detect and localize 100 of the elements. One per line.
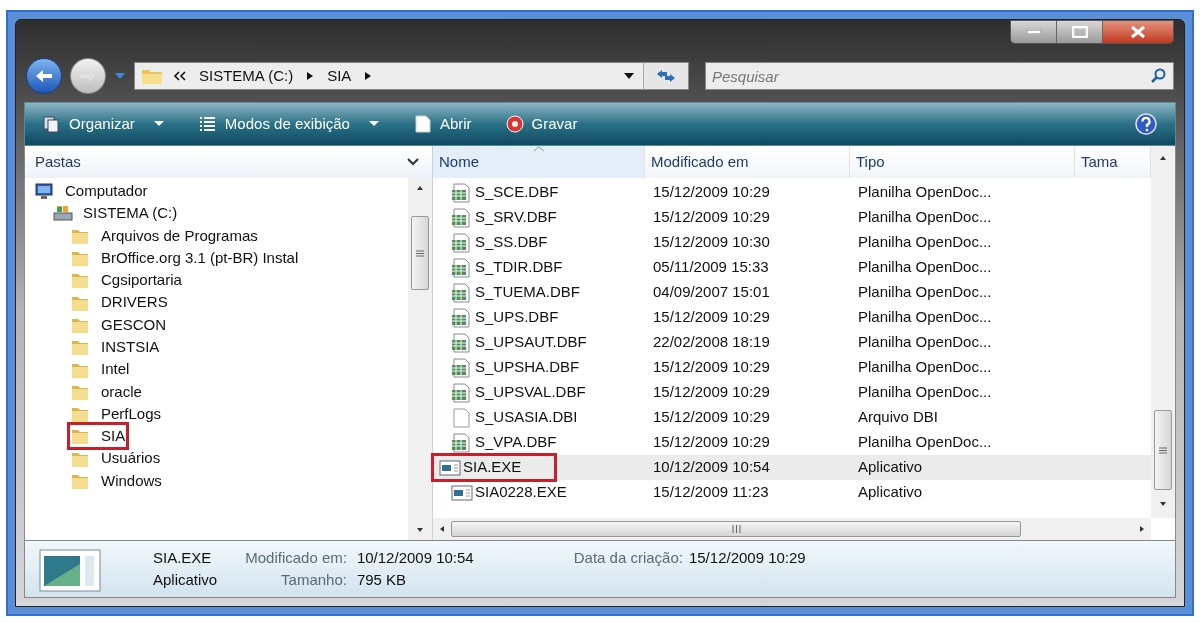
tree-item[interactable]: Computador xyxy=(33,179,150,204)
file-name-cell: S_TDIR.DBF xyxy=(433,255,597,280)
table-cell-text: 10/12/2009 10:54 xyxy=(652,457,771,478)
tree-item[interactable]: Windows xyxy=(69,469,164,493)
scroll-thumb[interactable] xyxy=(411,216,429,290)
file-name-cell: SIA.EXE xyxy=(433,455,556,480)
grip-icon xyxy=(1159,446,1167,454)
tree-item[interactable]: GESCON xyxy=(69,312,168,337)
file-name-cell: S_SRV.DBF xyxy=(433,205,591,230)
application-icon xyxy=(39,546,101,592)
toolbar-button[interactable]: Gravar xyxy=(505,112,578,136)
table-cell-text: Planilha OpenDoc... xyxy=(857,182,993,203)
spreadsheet-icon xyxy=(451,432,473,453)
minimize-button[interactable] xyxy=(1011,21,1057,43)
vertical-scrollbar[interactable] xyxy=(1151,146,1175,518)
file-row[interactable]: S_UPSAUT.DBF 22/02/2008 18:19 Planilha OpenDoc... xyxy=(433,330,1151,355)
minimize-icon xyxy=(1026,30,1041,34)
tree-item[interactable]: Usuários xyxy=(69,446,163,471)
forward-button[interactable] xyxy=(70,58,106,94)
file-row[interactable]: S_TUEMA.DBF 04/09/2007 15:01 Planilha OpenDoc... xyxy=(433,280,1151,305)
column-header[interactable]: Nome xyxy=(433,146,645,178)
file-row[interactable]: SIA.EXE 10/12/2009 10:54 Aplicativo xyxy=(433,455,1151,480)
tree-item[interactable]: PerfLogs xyxy=(69,402,164,427)
table-cell-text: Planilha OpenDoc... xyxy=(857,332,993,353)
table-cell-text: Arquivo DBI xyxy=(857,407,940,428)
tree-item[interactable]: DRIVERS xyxy=(69,290,170,315)
maximize-icon xyxy=(1071,26,1088,38)
file-row[interactable]: S_UPSVAL.DBF 15/12/2009 10:29 Planilha OpenDoc... xyxy=(433,380,1151,405)
tree-item[interactable]: SISTEMA (C:) xyxy=(51,201,180,226)
caret-icon xyxy=(367,120,380,128)
file-row[interactable]: S_SCE.DBF 15/12/2009 10:29 Planilha OpenDoc... xyxy=(433,180,1151,205)
search-field[interactable]: Pesquisar xyxy=(705,62,1174,90)
file-row[interactable]: SIA0228.EXE 15/12/2009 11:23 Aplicativo xyxy=(433,480,1151,505)
table-cell-text: 15/12/2009 10:29 xyxy=(652,407,771,428)
spreadsheet-icon xyxy=(451,257,473,278)
file-name-cell: S_UPS.DBF xyxy=(433,305,593,330)
tree-item[interactable]: INSTSIA xyxy=(69,335,162,360)
table-cell-text: 15/12/2009 10:29 xyxy=(652,207,771,228)
table-cell-text: 05/11/2009 15:33 xyxy=(652,257,770,278)
column-header[interactable]: Tipo xyxy=(850,146,1075,178)
list-grid-icon xyxy=(198,115,217,133)
tree-item[interactable]: Arquivos de Programas xyxy=(69,223,260,248)
disc-icon xyxy=(505,115,524,133)
table-cell-text: Planilha OpenDoc... xyxy=(857,207,993,228)
blank-document-icon xyxy=(451,407,473,428)
file-row[interactable]: S_USASIA.DBI 15/12/2009 10:29 Arquivo DBI xyxy=(433,405,1151,430)
history-caret-icon[interactable] xyxy=(114,72,126,80)
breadcrumb[interactable]: SISTEMA (C:) xyxy=(199,64,294,88)
field-label: Data da criação: xyxy=(573,547,683,568)
back-button[interactable] xyxy=(26,58,62,94)
tree-item[interactable]: SIA xyxy=(69,424,128,449)
table-cell-text: Planilha OpenDoc... xyxy=(857,432,993,453)
horizontal-scrollbar[interactable] xyxy=(433,518,1151,540)
table-cell-text: Planilha OpenDoc... xyxy=(857,232,993,253)
table-cell-text: 15/12/2009 11:23 xyxy=(652,482,770,503)
tree-item[interactable]: Cgsiportaria xyxy=(69,268,184,293)
search-icon[interactable] xyxy=(1150,68,1166,84)
stacked-pages-icon xyxy=(43,115,61,133)
refresh-arrows-icon xyxy=(655,68,677,84)
tree-item[interactable]: Intel xyxy=(69,357,132,382)
file-row[interactable]: S_UPS.DBF 15/12/2009 10:29 Planilha OpenDoc... xyxy=(433,305,1151,330)
spreadsheet-icon xyxy=(451,232,473,253)
file-name-cell: S_UPSAUT.DBF xyxy=(433,330,621,355)
spreadsheet-icon xyxy=(451,282,473,303)
column-header[interactable]: Tama xyxy=(1075,146,1151,178)
column-header[interactable]: Modificado em xyxy=(645,146,850,178)
table-cell-text: Aplicativo xyxy=(857,482,924,503)
close-icon xyxy=(1130,25,1146,39)
maximize-button[interactable] xyxy=(1057,21,1103,43)
file-row[interactable]: S_UPSHA.DBF 15/12/2009 10:29 Planilha OpenDoc... xyxy=(433,355,1151,380)
document-icon xyxy=(413,115,432,133)
file-row[interactable]: S_VPA.DBF 15/12/2009 10:29 Planilha OpenDoc... xyxy=(433,430,1151,455)
file-row[interactable]: S_SS.DBF 15/12/2009 10:30 Planilha OpenDoc... xyxy=(433,230,1151,255)
pane-title: Pastas xyxy=(35,151,82,172)
scroll-thumb[interactable] xyxy=(451,521,1021,537)
grip-icon xyxy=(731,525,741,533)
dropdown-caret-icon[interactable] xyxy=(623,72,635,80)
toolbar-button[interactable]: Organizar xyxy=(43,112,165,136)
file-row[interactable]: S_TDIR.DBF 05/11/2009 15:33 Planilha OpenDoc... xyxy=(433,255,1151,280)
scroll-thumb[interactable] xyxy=(1154,410,1172,490)
collapse-chevron-icon[interactable] xyxy=(406,157,420,167)
toolbar-button[interactable]: Modos de exibição xyxy=(198,112,380,136)
refresh-button[interactable] xyxy=(643,63,688,89)
breadcrumb[interactable]: SIA xyxy=(327,64,352,88)
table-cell-text: 15/12/2009 10:29 xyxy=(652,182,771,203)
tree-item[interactable]: oracle xyxy=(69,379,144,404)
toolbar-button[interactable]: Abrir xyxy=(413,112,472,136)
file-type: Aplicativo xyxy=(153,570,218,590)
help-icon[interactable] xyxy=(1135,113,1157,135)
file-name: SIA.EXE xyxy=(153,547,213,568)
table-cell-text: Planilha OpenDoc... xyxy=(857,282,993,303)
tree-item[interactable]: BrOffice.org 3.1 (pt-BR) Instal xyxy=(69,246,301,271)
address-bar[interactable]: SISTEMA (C:) SIA xyxy=(134,62,689,90)
file-name-cell: S_SS.DBF xyxy=(433,230,582,255)
file-name-cell: S_SCE.DBF xyxy=(433,180,593,205)
vertical-scrollbar[interactable] xyxy=(408,178,432,540)
close-button[interactable] xyxy=(1103,21,1173,43)
file-row[interactable]: S_SRV.DBF 15/12/2009 10:29 Planilha OpenDoc... xyxy=(433,205,1151,230)
table-cell-text: 15/12/2009 10:29 xyxy=(652,357,771,378)
double-chevron-icon xyxy=(173,71,187,81)
